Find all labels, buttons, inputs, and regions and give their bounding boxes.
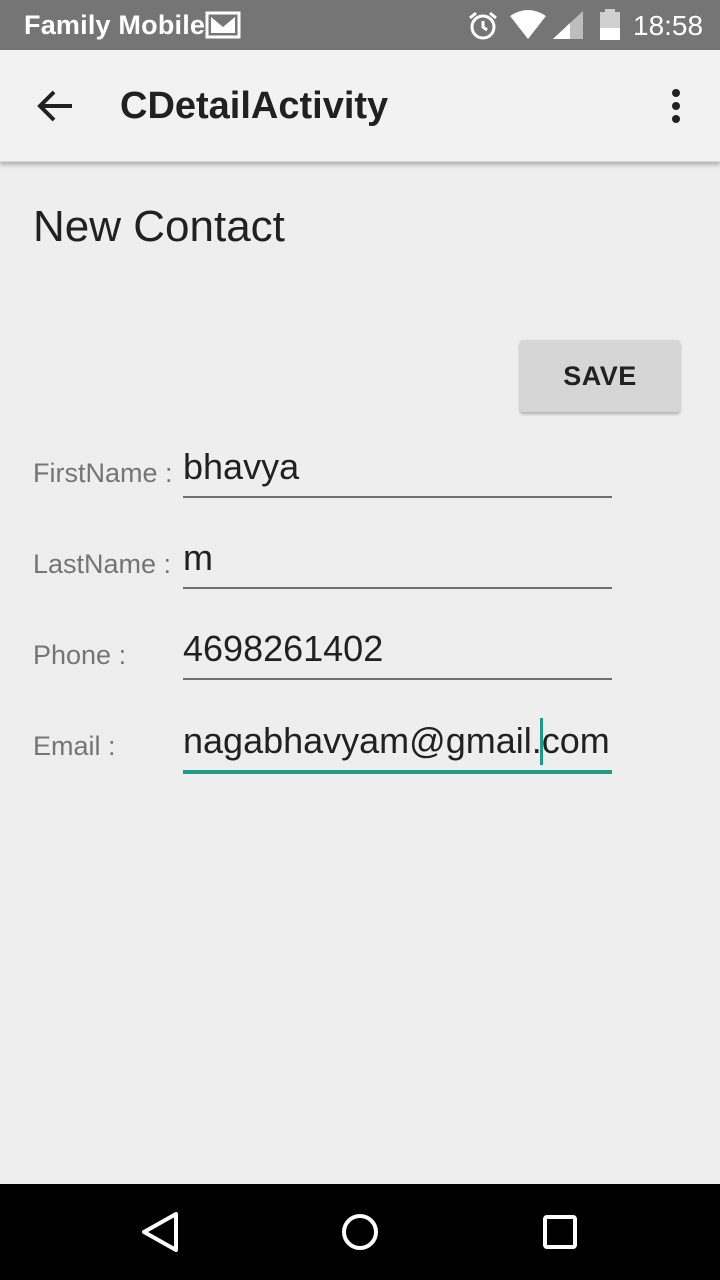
- nav-recents-icon[interactable]: [542, 1214, 578, 1255]
- battery-icon: [598, 9, 622, 46]
- phone-label: Phone :: [33, 640, 127, 670]
- email-label: Email :: [33, 731, 116, 761]
- signal-icon: [552, 10, 584, 45]
- first-name-label: FirstName :: [33, 458, 173, 488]
- status-clock: 18:58: [633, 10, 704, 41]
- overflow-menu-icon[interactable]: [664, 88, 688, 129]
- last-name-field[interactable]: [183, 535, 612, 589]
- last-name-label: LastName :: [33, 549, 172, 579]
- phone-field[interactable]: [183, 626, 612, 680]
- navigation-bar: [0, 1184, 720, 1280]
- wifi-icon: [509, 10, 547, 45]
- mail-icon: [205, 11, 241, 44]
- status-bar: Family Mobile 18:58: [0, 0, 720, 50]
- page-title: New Contact: [33, 202, 285, 251]
- screen: Family Mobile 18:58 CDetailActivity New …: [0, 0, 720, 1280]
- nav-back-icon[interactable]: [140, 1210, 180, 1259]
- app-title: CDetailActivity: [120, 85, 389, 127]
- nav-home-icon[interactable]: [340, 1212, 380, 1257]
- text-cursor: [540, 718, 543, 765]
- app-bar: CDetailActivity: [0, 50, 720, 162]
- alarm-icon: [467, 10, 499, 47]
- email-field[interactable]: [183, 717, 612, 774]
- save-button[interactable]: SAVE: [520, 340, 680, 412]
- back-arrow-icon[interactable]: [36, 88, 76, 129]
- carrier-name: Family Mobile: [24, 10, 206, 40]
- first-name-field[interactable]: [183, 444, 612, 498]
